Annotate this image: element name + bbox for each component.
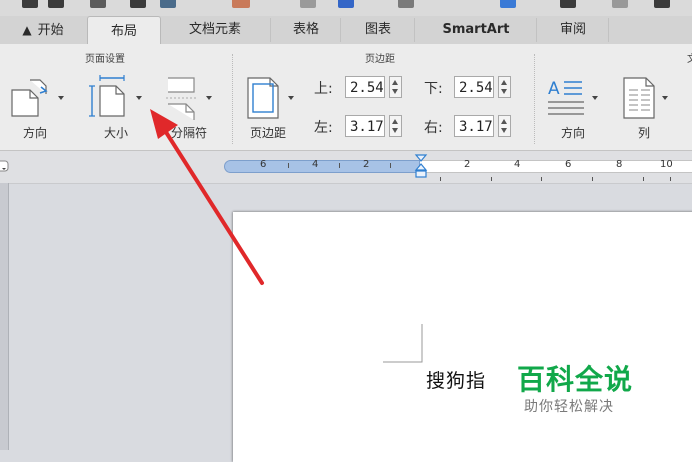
tab-smartart[interactable]: SmartArt <box>414 18 537 42</box>
ruler-tick <box>643 177 644 181</box>
ruler-tick <box>491 177 492 181</box>
tab-layout[interactable]: 布局 <box>87 16 161 46</box>
page-size-icon <box>89 75 125 117</box>
toolbar-icon[interactable] <box>48 0 64 8</box>
ruler-tick <box>592 177 593 181</box>
group-title-text-layout: 文 <box>682 50 692 65</box>
left-margin-stepper[interactable] <box>389 115 402 137</box>
tab-tables[interactable]: 表格 <box>270 18 341 42</box>
ruler-number: 8 <box>616 159 623 170</box>
toolbar-icon[interactable] <box>654 0 670 8</box>
chevron-down-icon <box>288 96 294 100</box>
chevron-down-icon <box>58 96 64 100</box>
right-margin-stepper[interactable] <box>498 115 511 137</box>
annotation-arrow-icon <box>150 109 264 285</box>
right-margin-label: 右: <box>424 120 443 136</box>
svg-text:A: A <box>548 79 560 99</box>
toolbar-icon[interactable] <box>300 0 316 8</box>
vertical-ruler <box>0 183 9 450</box>
ruler-number: 4 <box>514 159 521 170</box>
tab-document-elements[interactable]: 文档元素 <box>160 18 270 42</box>
margin-corner-mark <box>383 324 423 363</box>
ribbon-tab-bar: ▲ 开始 布局 文档元素 表格 图表 SmartArt 审阅 <box>0 16 692 46</box>
ribbon-layout: 页面设置 页边距 文 方向 大小 <box>0 44 692 151</box>
orientation-icon <box>11 79 48 117</box>
document-page[interactable] <box>233 212 692 462</box>
ruler-number: 4 <box>312 159 319 170</box>
ruler-number: 2 <box>363 159 370 170</box>
toolbar-icon[interactable] <box>612 0 628 8</box>
quick-access-toolbar <box>0 0 692 16</box>
toolbar-icon[interactable] <box>22 0 38 8</box>
ruler-tick <box>390 163 391 168</box>
top-margin-input[interactable]: 2.54 <box>345 76 385 98</box>
left-margin-label: 左: <box>314 120 333 136</box>
home-icon: ▲ <box>22 23 32 37</box>
tab-charts[interactable]: 图表 <box>340 18 415 42</box>
bottom-margin-stepper[interactable] <box>498 76 511 98</box>
document-text[interactable]: 搜狗指 <box>426 366 486 393</box>
ruler-number: 2 <box>464 159 471 170</box>
ruler-tick <box>339 163 340 168</box>
text-direction-button[interactable]: A 方向 <box>544 74 608 140</box>
ruler-tick <box>670 177 671 181</box>
right-margin-input[interactable]: 3.17 <box>454 115 494 137</box>
watermark-subtitle: 助你轻松解决 <box>524 399 614 415</box>
bottom-margin-input[interactable]: 2.54 <box>454 76 494 98</box>
tab-overflow <box>608 18 692 42</box>
text-direction-label: 方向 <box>560 126 585 140</box>
ruler-tick <box>440 177 441 181</box>
horizontal-ruler[interactable]: 6 4 2 2 4 6 8 10 <box>0 151 692 184</box>
columns-icon <box>623 77 655 119</box>
toolbar-icon[interactable] <box>90 0 106 8</box>
top-margin-stepper[interactable] <box>389 76 402 98</box>
top-margin-label: 上: <box>314 81 333 97</box>
group-title-page-setup: 页面设置 <box>85 54 125 65</box>
columns-button[interactable]: 列 <box>616 74 680 140</box>
size-button[interactable]: 大小 <box>80 74 146 140</box>
indent-marker-icon[interactable] <box>414 154 428 182</box>
left-margin-input[interactable]: 3.17 <box>345 115 385 137</box>
text-direction-icon: A <box>548 79 584 115</box>
columns-label: 列 <box>637 126 650 140</box>
toolbar-icon[interactable] <box>160 0 176 8</box>
group-separator <box>534 54 535 144</box>
ruler-text-area <box>420 160 692 173</box>
orientation-label: 方向 <box>22 126 47 140</box>
chevron-down-icon <box>592 96 598 100</box>
tab-review[interactable]: 审阅 <box>536 18 609 42</box>
toolbar-icon[interactable] <box>500 0 516 8</box>
tab-home[interactable]: ▲ 开始 <box>0 18 86 42</box>
group-title-margins: 页边距 <box>365 54 395 65</box>
ruler-tick <box>541 177 542 181</box>
toolbar-icon[interactable] <box>130 0 146 8</box>
chevron-down-icon <box>662 96 668 100</box>
ruler-number: 6 <box>565 159 572 170</box>
ruler-toggle-icon[interactable] <box>0 159 10 173</box>
scissors-icon[interactable] <box>232 0 250 8</box>
orientation-button[interactable]: 方向 <box>8 74 68 140</box>
chevron-down-icon <box>136 96 142 100</box>
watermark-title: 百科全说 <box>517 363 634 396</box>
toolbar-icon[interactable] <box>398 0 414 8</box>
size-label: 大小 <box>103 126 128 140</box>
bottom-margin-label: 下: <box>424 81 443 97</box>
ruler-number: 10 <box>660 159 673 170</box>
toolbar-icon[interactable] <box>560 0 576 8</box>
ruler-tick <box>288 163 289 168</box>
toolbar-icon[interactable] <box>338 0 354 8</box>
chevron-down-icon <box>206 96 212 100</box>
